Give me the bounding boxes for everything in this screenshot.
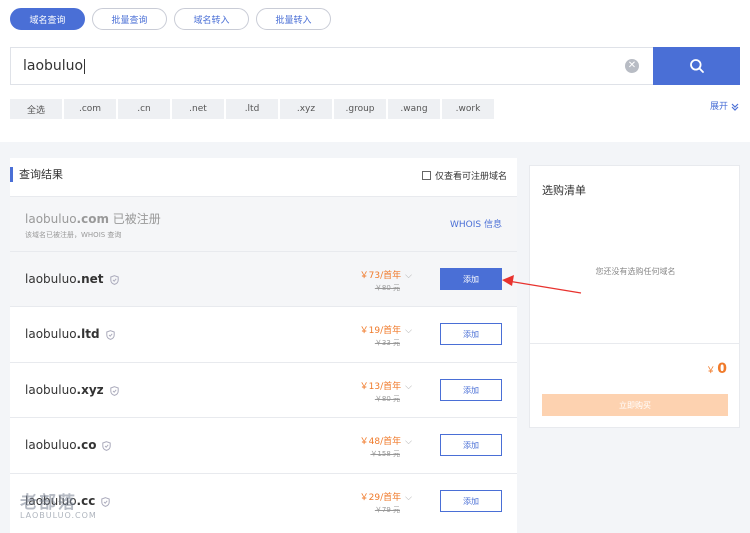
shield-icon	[109, 385, 119, 396]
registered-status: 已被注册	[112, 212, 161, 226]
price-value: ￥13/首年	[359, 382, 402, 392]
query-tabs: 域名查询 批量查询 域名转入 批量转入	[10, 8, 331, 30]
shield-icon	[101, 496, 111, 507]
tld-ltd[interactable]: .ltd	[226, 99, 278, 119]
chevron-down-icon: ⌵	[405, 326, 412, 336]
price-value: ￥48/首年	[359, 437, 402, 447]
results-header: 查询结果 仅查看可注册域名	[10, 158, 517, 196]
domain-row-ltd: laobuluo.ltd ￥19/首年 ⌵ ￥33 元 添加	[10, 306, 517, 361]
watermark-logo: 老部落 LAOBULUO.COM	[20, 488, 97, 520]
price-value: ￥73/首年	[359, 271, 402, 281]
domain-name: laobuluo.ltd	[25, 327, 115, 341]
domain-name: laobuluo.net	[25, 272, 119, 286]
tab-batch-query[interactable]: 批量查询	[92, 8, 167, 30]
search-icon	[689, 59, 704, 73]
original-price: ￥33 元	[374, 339, 400, 347]
registered-domain-row: laobuluo.com 已被注册 该域名已被注册，WHOIS 查询 WHOIS…	[10, 196, 517, 251]
watermark-text: 老部落	[20, 493, 77, 513]
domain-suffix: .ltd	[76, 327, 100, 341]
search-panel: 域名查询 批量查询 域名转入 批量转入 laobuluo ✕ 全选 .com .…	[0, 0, 750, 142]
tld-group[interactable]: .group	[334, 99, 386, 119]
registered-note: 该域名已被注册，WHOIS 查询	[25, 231, 122, 239]
original-price: ￥80 元	[374, 395, 400, 403]
add-button[interactable]: 添加	[440, 323, 502, 345]
cart-total-value: 0	[717, 361, 727, 377]
add-button[interactable]: 添加	[440, 490, 502, 512]
domain-prefix: laobuluo	[25, 438, 77, 452]
search-input[interactable]: laobuluo	[11, 48, 625, 84]
domain-row-net: laobuluo.net ￥73/首年 ⌵ ￥80 元 添加	[10, 251, 517, 306]
tld-cn[interactable]: .cn	[118, 99, 170, 119]
registered-domain-name: laobuluo.com 已被注册	[25, 210, 161, 227]
price-value: ￥19/首年	[359, 326, 402, 336]
price-dropdown[interactable]: ￥13/首年 ⌵	[360, 379, 412, 392]
chevron-down-icon: ⌵	[405, 493, 412, 503]
whois-link[interactable]: WHOIS 信息	[450, 217, 502, 230]
search-bar: laobuluo ✕	[10, 47, 740, 85]
tab-batch-transfer[interactable]: 批量转入	[256, 8, 331, 30]
only-available-checkbox[interactable]	[421, 171, 431, 180]
chevron-down-icon: ⌵	[405, 382, 412, 392]
add-button[interactable]: 添加	[440, 379, 502, 401]
add-button[interactable]: 添加	[440, 434, 502, 456]
domain-row-co: laobuluo.co ￥48/首年 ⌵ ￥158 元 添加	[10, 417, 517, 472]
expand-button[interactable]: 展开	[710, 99, 739, 112]
buy-now-button[interactable]: 立即购买	[542, 394, 728, 416]
domain-suffix: .com	[76, 212, 109, 226]
text-caret	[84, 58, 86, 74]
cart-empty-message: 您还没有选购任何域名	[595, 267, 676, 276]
original-price: ￥158 元	[370, 450, 400, 458]
price-dropdown[interactable]: ￥73/首年 ⌵	[360, 268, 412, 281]
domain-suffix: .net	[76, 272, 104, 286]
search-input-value: laobuluo	[23, 58, 84, 74]
tld-com[interactable]: .com	[64, 99, 116, 119]
shield-icon	[105, 329, 115, 340]
results-title: 查询结果	[10, 167, 63, 182]
original-price: ￥79 元	[374, 506, 400, 514]
expand-label: 展开	[710, 102, 729, 112]
double-chevron-down-icon	[731, 103, 739, 111]
tld-xyz[interactable]: .xyz	[280, 99, 332, 119]
price-dropdown[interactable]: ￥19/首年 ⌵	[360, 323, 412, 336]
domain-name: laobuluo.co	[25, 438, 112, 452]
tld-wang[interactable]: .wang	[388, 99, 440, 119]
price-dropdown[interactable]: ￥48/首年 ⌵	[360, 434, 412, 447]
clear-icon[interactable]: ✕	[625, 59, 639, 73]
domain-suffix: .co	[76, 438, 97, 452]
tld-filter-list: 全选 .com .cn .net .ltd .xyz .group .wang …	[10, 99, 494, 119]
price-dropdown[interactable]: ￥29/首年 ⌵	[360, 490, 412, 503]
tld-work[interactable]: .work	[442, 99, 494, 119]
domain-prefix: laobuluo	[25, 327, 77, 341]
currency-symbol: ￥	[706, 366, 716, 376]
tld-select-all[interactable]: 全选	[10, 99, 62, 119]
price-value: ￥29/首年	[359, 493, 402, 503]
cart-divider	[530, 343, 739, 344]
domain-row-xyz: laobuluo.xyz ￥13/首年 ⌵ ￥80 元 添加	[10, 362, 517, 417]
domain-prefix: laobuluo	[25, 383, 77, 397]
search-button[interactable]	[653, 47, 740, 85]
tld-net[interactable]: .net	[172, 99, 224, 119]
shopping-cart-panel: 选购清单 您还没有选购任何域名 ￥ 0 立即购买	[529, 165, 740, 428]
cart-title: 选购清单	[542, 184, 586, 197]
tab-domain-query[interactable]: 域名查询	[10, 8, 85, 30]
results-panel: 查询结果 仅查看可注册域名 laobuluo.com 已被注册 该域名已被注册，…	[10, 158, 517, 533]
only-available-toggle[interactable]: 仅查看可注册域名	[421, 169, 507, 182]
chevron-down-icon: ⌵	[405, 437, 412, 447]
only-available-label: 仅查看可注册域名	[434, 172, 507, 182]
original-price: ￥80 元	[374, 284, 400, 292]
domain-name: laobuluo.xyz	[25, 383, 119, 397]
watermark-url: LAOBULUO.COM	[20, 511, 97, 520]
shield-icon	[102, 440, 112, 451]
domain-prefix: laobuluo	[25, 212, 77, 226]
tab-domain-transfer[interactable]: 域名转入	[174, 8, 249, 30]
chevron-down-icon: ⌵	[405, 271, 412, 281]
shield-icon	[109, 274, 119, 285]
add-button[interactable]: 添加	[440, 268, 502, 290]
cart-total: ￥ 0	[706, 361, 727, 377]
domain-suffix: .xyz	[76, 383, 104, 397]
domain-prefix: laobuluo	[25, 272, 77, 286]
